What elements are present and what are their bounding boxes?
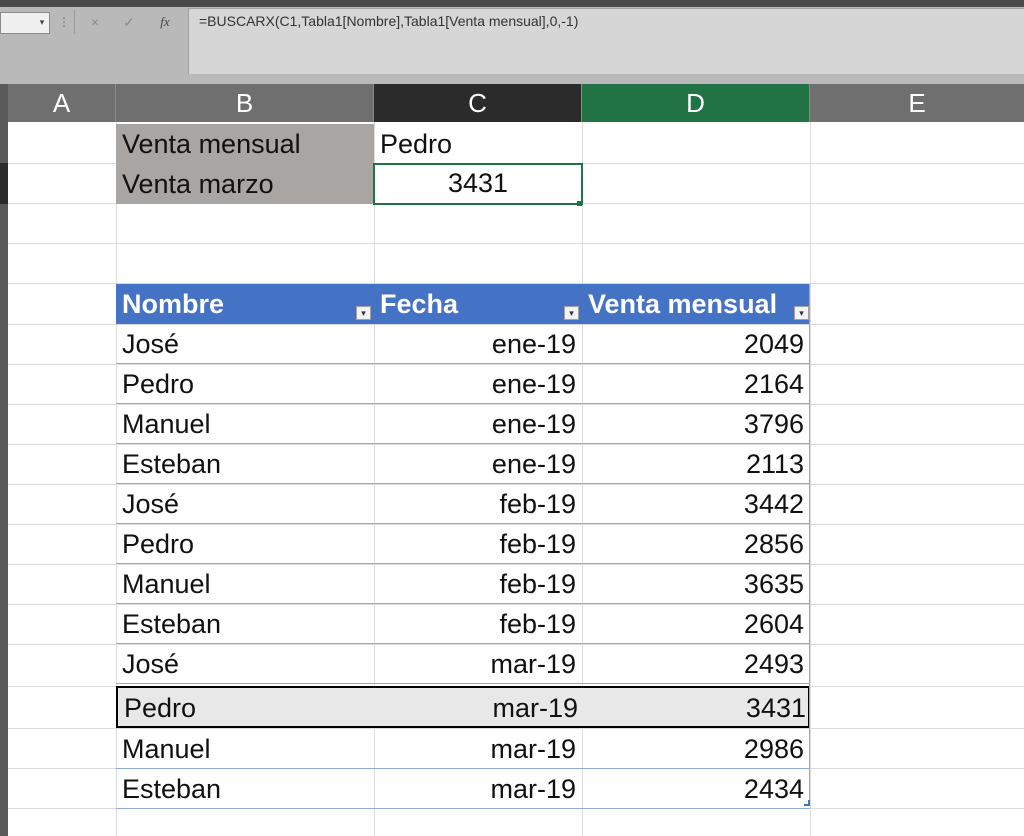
column-header-b[interactable]: B: [116, 84, 374, 122]
lookup-name-cell[interactable]: Pedro: [374, 124, 582, 164]
cell-sale[interactable]: 3431: [584, 688, 812, 728]
cell-date[interactable]: ene-19: [374, 324, 582, 364]
table-row[interactable]: José ene-19 2049: [116, 324, 810, 364]
cell-date[interactable]: ene-19: [374, 364, 582, 404]
formula-bar-area: ▾ ⋮ × ✓ fx =BUSCARX(C1,Tabla1[Nombre],Ta…: [0, 0, 1024, 84]
cell-sale[interactable]: 2113: [582, 444, 810, 484]
check-icon[interactable]: ✓: [116, 10, 142, 34]
cell-name[interactable]: Manuel: [116, 729, 374, 769]
filter-dropdown-icon[interactable]: ▾: [356, 306, 371, 320]
cell-date[interactable]: ene-19: [374, 404, 582, 444]
column-header-c[interactable]: C: [374, 84, 582, 122]
cell-name[interactable]: José: [116, 644, 374, 684]
table-row[interactable]: Esteban ene-19 2113: [116, 444, 810, 484]
cell-name[interactable]: Esteban: [116, 444, 374, 484]
formula-input[interactable]: =BUSCARX(C1,Tabla1[Nombre],Tabla1[Venta …: [188, 8, 1024, 74]
cell-sale[interactable]: 2493: [582, 644, 810, 684]
cell-sale[interactable]: 2049: [582, 324, 810, 364]
table-header-row: Nombre ▾ Fecha ▾ Venta mensual ▾: [116, 284, 810, 324]
cell-date[interactable]: mar-19: [374, 644, 582, 684]
divider: [74, 10, 75, 34]
table-row[interactable]: José mar-19 2493: [116, 644, 810, 684]
ribbon-edge: [0, 0, 1024, 7]
cell-name[interactable]: José: [116, 324, 374, 364]
cell-name[interactable]: Manuel: [116, 564, 374, 604]
cancel-icon[interactable]: ×: [82, 10, 108, 34]
table-row[interactable]: José feb-19 3442: [116, 484, 810, 524]
table-row[interactable]: Pedro feb-19 2856: [116, 524, 810, 564]
lookup-label-cell[interactable]: Venta mensual: [116, 124, 374, 164]
grid-line: [8, 243, 1024, 244]
cell-sale[interactable]: 2986: [582, 729, 810, 769]
cell-name[interactable]: Manuel: [116, 404, 374, 444]
insert-function-button[interactable]: fx: [152, 10, 178, 34]
column-header-d[interactable]: D: [582, 84, 810, 122]
table-row[interactable]: Pedro ene-19 2164: [116, 364, 810, 404]
cell-date[interactable]: feb-19: [374, 524, 582, 564]
chevron-down-icon[interactable]: ▾: [36, 12, 48, 32]
row-header-selected[interactable]: [0, 163, 8, 204]
result-label-cell[interactable]: Venta marzo: [116, 164, 374, 204]
table-border: [809, 284, 810, 806]
column-header-a[interactable]: A: [8, 84, 116, 122]
cell-name[interactable]: Esteban: [116, 769, 374, 809]
row-headers[interactable]: [0, 122, 8, 836]
column-header-e[interactable]: E: [810, 84, 1024, 122]
cell-sale[interactable]: 3796: [582, 404, 810, 444]
cell-sale[interactable]: 3442: [582, 484, 810, 524]
select-all-corner[interactable]: [0, 84, 8, 122]
cell-name[interactable]: José: [116, 484, 374, 524]
cell-name[interactable]: Pedro: [118, 688, 376, 728]
table-row[interactable]: Manuel mar-19 2986: [116, 729, 810, 769]
cell-sale[interactable]: 3635: [582, 564, 810, 604]
cell-date[interactable]: mar-19: [374, 769, 582, 809]
table-row[interactable]: Esteban mar-19 2434: [116, 769, 810, 809]
cell-name[interactable]: Esteban: [116, 604, 374, 644]
filter-dropdown-icon[interactable]: ▾: [794, 306, 809, 320]
cell-date[interactable]: feb-19: [374, 484, 582, 524]
cell-name[interactable]: Pedro: [116, 524, 374, 564]
header-venta-mensual[interactable]: Venta mensual: [582, 284, 810, 324]
filter-dropdown-icon[interactable]: ▾: [564, 306, 579, 320]
header-fecha[interactable]: Fecha: [374, 284, 582, 324]
cell-date[interactable]: mar-19: [376, 688, 584, 728]
column-headers: A B C D E: [0, 84, 1024, 122]
cell-sale[interactable]: 2604: [582, 604, 810, 644]
active-cell[interactable]: 3431: [373, 163, 583, 205]
cell-date[interactable]: ene-19: [374, 444, 582, 484]
cell-sale[interactable]: 2434: [582, 769, 810, 809]
table-row[interactable]: Manuel ene-19 3796: [116, 404, 810, 444]
cell-sale[interactable]: 2856: [582, 524, 810, 564]
table-resize-handle[interactable]: [804, 800, 810, 806]
table-row[interactable]: Manuel feb-19 3635: [116, 564, 810, 604]
cell-sale[interactable]: 2164: [582, 364, 810, 404]
fill-handle[interactable]: [577, 201, 582, 206]
table-row[interactable]: Esteban feb-19 2604: [116, 604, 810, 644]
cell-name[interactable]: Pedro: [116, 364, 374, 404]
cell-date[interactable]: feb-19: [374, 564, 582, 604]
table-row-highlighted[interactable]: Pedro mar-19 3431: [116, 686, 810, 728]
more-options-icon[interactable]: ⋮: [58, 12, 70, 32]
header-nombre[interactable]: Nombre: [116, 284, 374, 324]
cell-date[interactable]: feb-19: [374, 604, 582, 644]
cell-date[interactable]: mar-19: [374, 729, 582, 769]
